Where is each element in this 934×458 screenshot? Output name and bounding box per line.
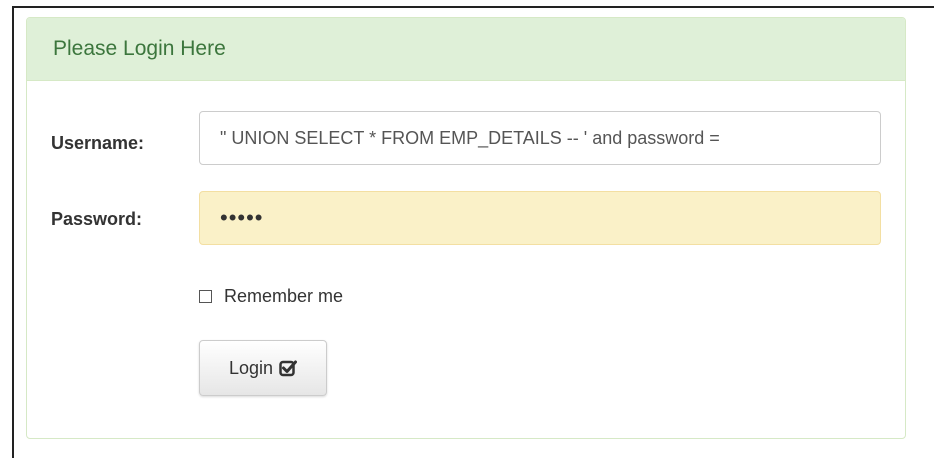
password-value: •••••: [220, 205, 264, 230]
remember-me-checkbox[interactable]: [199, 290, 212, 303]
remember-me-label: Remember me: [224, 286, 344, 306]
login-panel: Please Login Here Username: " UNION SELE…: [26, 17, 906, 439]
username-field[interactable]: " UNION SELECT * FROM EMP_DETAILS -- ' a…: [199, 111, 881, 165]
login-button-label: Login: [228, 357, 274, 378]
remember-me-row[interactable]: Remember me: [199, 286, 343, 307]
login-button[interactable]: Login: [199, 340, 327, 396]
username-label: Username:: [51, 133, 145, 153]
check-square-icon: [279, 359, 298, 377]
panel-title: Please Login Here: [53, 37, 226, 60]
username-value: " UNION SELECT * FROM EMP_DETAILS -- ' a…: [220, 128, 720, 148]
panel-heading: Please Login Here: [27, 18, 905, 81]
password-field[interactable]: •••••: [199, 191, 881, 245]
password-label: Password:: [51, 209, 143, 229]
